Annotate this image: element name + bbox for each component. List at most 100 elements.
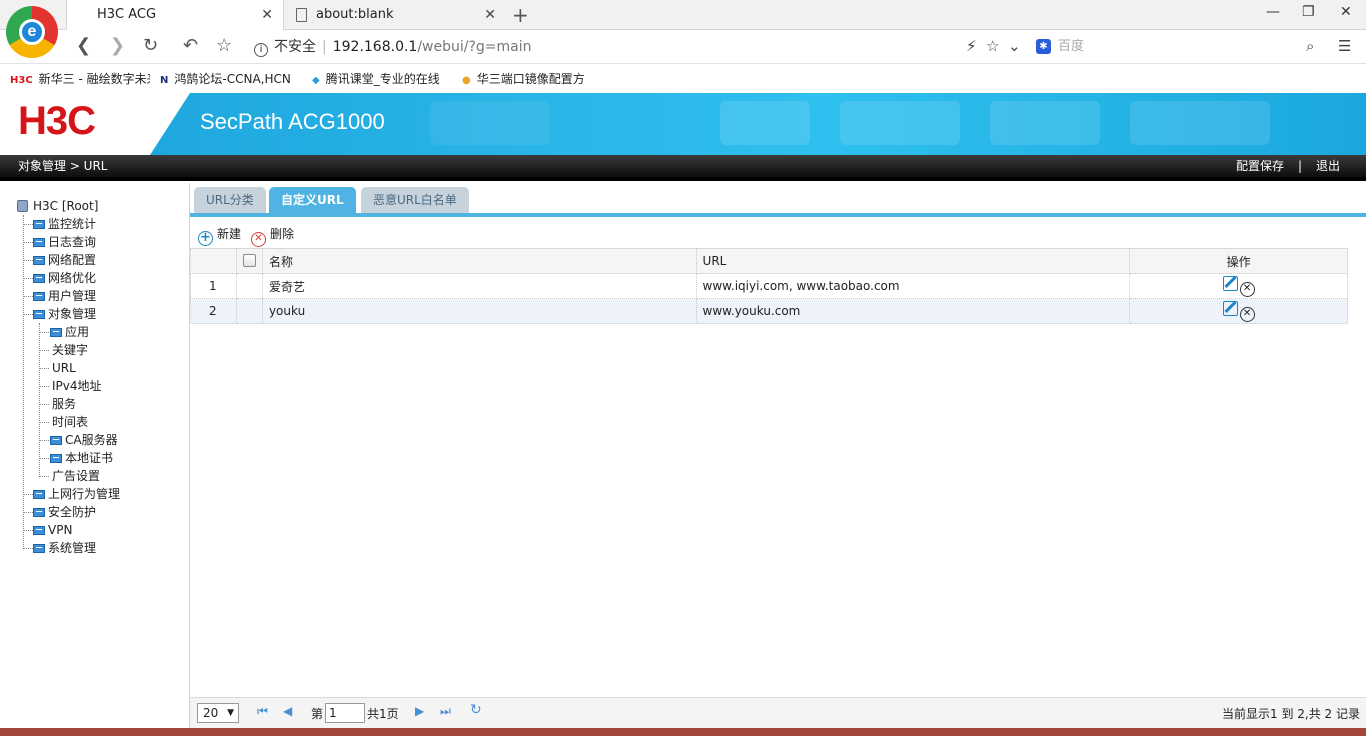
browser-logo-icon[interactable]: e	[6, 6, 58, 58]
tree-item-ca[interactable]: CA服务器	[50, 431, 118, 449]
edit-icon[interactable]	[1222, 275, 1238, 291]
tree-item-ipv4[interactable]: IPv4地址	[52, 377, 102, 395]
next-page-icon[interactable]: ▶	[415, 704, 424, 718]
tree-item-schedule[interactable]: 时间表	[52, 413, 88, 431]
refresh-icon[interactable]: ↻	[470, 702, 482, 718]
last-page-icon[interactable]: ⏭	[440, 704, 451, 719]
row-ops: ✕	[1129, 298, 1348, 324]
dropdown-arrow-icon: ▼	[227, 708, 234, 718]
folder-icon	[33, 274, 45, 283]
close-tab-icon[interactable]: ✕	[484, 0, 496, 30]
folder-icon	[50, 454, 62, 463]
tree-item-app[interactable]: 应用	[50, 323, 89, 341]
table-row[interactable]: 2 youku www.youku.com ✕	[190, 298, 1348, 324]
favorite-star-icon[interactable]: ☆	[986, 37, 999, 55]
breadcrumb: 对象管理 > URL	[18, 159, 108, 173]
tree-item-optimize[interactable]: 网络优化	[33, 269, 96, 287]
logout-link[interactable]: 退出	[1316, 155, 1340, 177]
forward-icon[interactable]: ❯	[110, 35, 125, 56]
tree-item-cert[interactable]: 本地证书	[50, 449, 113, 467]
plus-icon: +	[198, 231, 213, 246]
close-tab-icon[interactable]: ✕	[261, 0, 273, 30]
tab-h3c-acg[interactable]: H3C ACG ✕	[66, 0, 284, 30]
select-all-checkbox[interactable]	[242, 254, 256, 267]
search-icon[interactable]: ⌕	[1306, 37, 1314, 55]
undo-icon[interactable]: ↶	[183, 35, 198, 56]
tree-root[interactable]: H3C [Root]	[17, 197, 98, 215]
tab-url-category[interactable]: URL分类	[194, 187, 266, 213]
bookmark-star-icon[interactable]: ☆	[216, 35, 232, 56]
row-index: 2	[190, 298, 237, 324]
folder-icon	[33, 256, 45, 265]
new-tab-button[interactable]: +	[512, 3, 529, 27]
product-name: SecPath ACG1000	[200, 109, 385, 134]
page-icon	[296, 8, 307, 22]
tree-item-service[interactable]: 服务	[52, 395, 76, 413]
tree-item-behavior[interactable]: 上网行为管理	[33, 485, 120, 503]
folder-icon	[33, 490, 45, 499]
main-content: URL分类 自定义URL 恶意URL白名单 + 新建 ✕ 删除 名称 URL 操作 …	[190, 183, 1366, 728]
back-icon[interactable]: ❮	[76, 35, 91, 56]
bookmark-tencent[interactable]: ◆ 腾讯课堂_专业的在线	[312, 70, 450, 87]
reload-icon[interactable]: ↻	[143, 35, 158, 56]
info-icon[interactable]: i	[254, 43, 268, 57]
lightning-icon[interactable]: ⚡	[966, 37, 977, 55]
app-nav-bar: 对象管理 > URL 配置保存 | 退出	[0, 155, 1366, 181]
url-input[interactable]: i 不安全 | 192.168.0.1/webui/?g=main	[248, 35, 1028, 59]
url-table: 名称 URL 操作 1 爱奇艺 www.iqiyi.com, www.taoba…	[190, 248, 1348, 324]
window-close-icon[interactable]: ✕	[1340, 4, 1352, 20]
bookmark-h3c[interactable]: H3C 新华三 - 融绘数字未来	[10, 70, 150, 87]
add-button[interactable]: + 新建	[198, 226, 241, 246]
tab-title: H3C ACG	[97, 7, 157, 22]
menu-icon[interactable]: ☰	[1338, 37, 1351, 55]
delete-button[interactable]: ✕ 删除	[251, 226, 294, 247]
divider: |	[1298, 159, 1303, 173]
remove-icon[interactable]: ✕	[1239, 281, 1255, 297]
url-host: 192.168.0.1	[332, 39, 418, 55]
chevron-down-icon[interactable]: ⌄	[1008, 37, 1021, 55]
tree-item-log[interactable]: 日志查询	[33, 233, 96, 251]
table-row[interactable]: 1 爱奇艺 www.iqiyi.com, www.taobao.com ✕	[190, 273, 1348, 299]
row-checkbox-cell[interactable]	[235, 273, 263, 299]
tree-item-security[interactable]: 安全防护	[33, 503, 96, 521]
navigation-tree: H3C [Root] 监控统计 日志查询 网络配置 网络优化 用户管理 对象管理…	[0, 183, 190, 728]
tree-item-users[interactable]: 用户管理	[33, 287, 96, 305]
tree-item-monitor[interactable]: 监控统计	[33, 215, 96, 233]
name-header[interactable]: 名称	[261, 248, 697, 274]
pagination-bar: 20 ▼ ⏮ ◀ 第 1 共1页 ▶ ⏭ ↻ 当前显示1 到 2,共 2 记录	[190, 697, 1366, 728]
tree-item-objects[interactable]: 对象管理	[33, 305, 96, 323]
edit-icon[interactable]	[1222, 300, 1238, 316]
url-header[interactable]: URL	[695, 248, 1131, 274]
tree-item-url[interactable]: URL	[52, 359, 76, 377]
search-input[interactable]: ✱ 百度	[1034, 36, 1328, 58]
tab-about-blank[interactable]: about:blank ✕	[286, 0, 506, 30]
url-path: /webui/?g=main	[417, 39, 532, 55]
tree-item-network[interactable]: 网络配置	[33, 251, 96, 269]
tree-item-ads[interactable]: 广告设置	[52, 467, 100, 485]
tree-item-system[interactable]: 系统管理	[33, 539, 96, 557]
folder-icon	[33, 220, 45, 229]
first-page-icon[interactable]: ⏮	[257, 704, 268, 719]
tree-item-vpn[interactable]: VPN	[33, 521, 72, 539]
bookmark-mirror[interactable]: ● 华三端口镜像配置方	[462, 70, 598, 87]
minimize-icon[interactable]: —	[1266, 4, 1280, 20]
tab-malicious-url-whitelist[interactable]: 恶意URL白名单	[361, 187, 469, 213]
folder-open-icon	[33, 310, 45, 319]
remove-icon[interactable]: ✕	[1239, 306, 1255, 322]
os-taskbar	[0, 728, 1366, 736]
folder-icon	[33, 292, 45, 301]
save-config-link[interactable]: 配置保存	[1236, 155, 1284, 177]
maximize-icon[interactable]: ❐	[1302, 4, 1315, 20]
folder-icon	[33, 526, 45, 535]
security-label: 不安全	[274, 39, 316, 55]
bookmark-hh[interactable]: N 鸿鹄论坛-CCNA,HCN	[160, 70, 300, 87]
tree-item-keyword[interactable]: 关键字	[52, 341, 88, 359]
tab-custom-url[interactable]: 自定义URL	[269, 187, 356, 213]
prev-page-icon[interactable]: ◀	[283, 704, 292, 718]
page-size-select[interactable]: 20 ▼	[197, 703, 239, 723]
ops-header: 操作	[1129, 248, 1348, 274]
index-header	[190, 248, 237, 274]
row-checkbox-cell[interactable]	[235, 298, 263, 324]
folder-icon	[33, 508, 45, 517]
page-number-input[interactable]: 1	[325, 703, 365, 723]
